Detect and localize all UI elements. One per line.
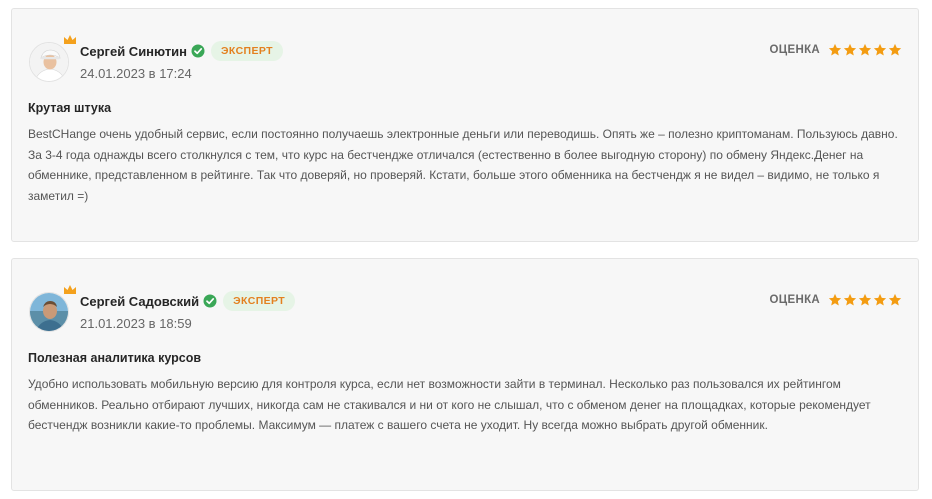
review-date: 24.01.2023 в 17:24	[80, 66, 192, 81]
expert-badge: ЭКСПЕРТ	[223, 291, 296, 311]
star-icon	[873, 293, 887, 306]
crown-icon	[64, 285, 76, 294]
star-icon	[858, 293, 872, 306]
star-icon	[888, 43, 902, 56]
review-card: Сергей Садовский ЭКСПЕРТ 21.01.2023 в 18…	[11, 258, 919, 491]
avatar[interactable]	[29, 35, 76, 82]
verified-check-icon	[191, 44, 205, 58]
rating-stars	[828, 43, 902, 57]
reviews-list: Сергей Синютин ЭКСПЕРТ 24.01.2023 в 17:2…	[0, 0, 932, 499]
avatar[interactable]	[29, 285, 76, 332]
rating: ОЦЕНКА	[770, 291, 902, 309]
author-name[interactable]: Сергей Садовский	[80, 294, 199, 309]
expert-badge: ЭКСПЕРТ	[211, 41, 283, 61]
verified-check-icon	[203, 294, 217, 308]
star-icon	[873, 43, 887, 56]
star-icon	[843, 43, 857, 56]
review-title: Полезная аналитика курсов	[28, 351, 202, 365]
star-icon	[858, 43, 872, 56]
author-name[interactable]: Сергей Синютин	[80, 44, 187, 59]
review-card: Сергей Синютин ЭКСПЕРТ 24.01.2023 в 17:2…	[11, 8, 919, 242]
star-icon	[888, 293, 902, 306]
rating: ОЦЕНКА	[770, 41, 902, 59]
rating-label: ОЦЕНКА	[769, 294, 820, 306]
crown-icon	[64, 35, 76, 44]
author-line: Сергей Синютин ЭКСПЕРТ	[80, 41, 283, 61]
user-photo	[29, 42, 69, 82]
review-text: BestCHange очень удобный сервис, если по…	[28, 127, 898, 203]
star-icon	[828, 293, 842, 306]
review-date: 21.01.2023 в 18:59	[80, 316, 192, 331]
rating-stars	[828, 293, 902, 307]
review-text: Удобно использовать мобильную версию для…	[28, 377, 871, 432]
review-title: Крутая штука	[28, 101, 112, 115]
author-line: Сергей Садовский ЭКСПЕРТ	[80, 291, 296, 311]
star-icon	[843, 293, 857, 306]
rating-label: ОЦЕНКА	[769, 44, 820, 56]
star-icon	[828, 43, 842, 56]
user-photo	[29, 292, 69, 332]
